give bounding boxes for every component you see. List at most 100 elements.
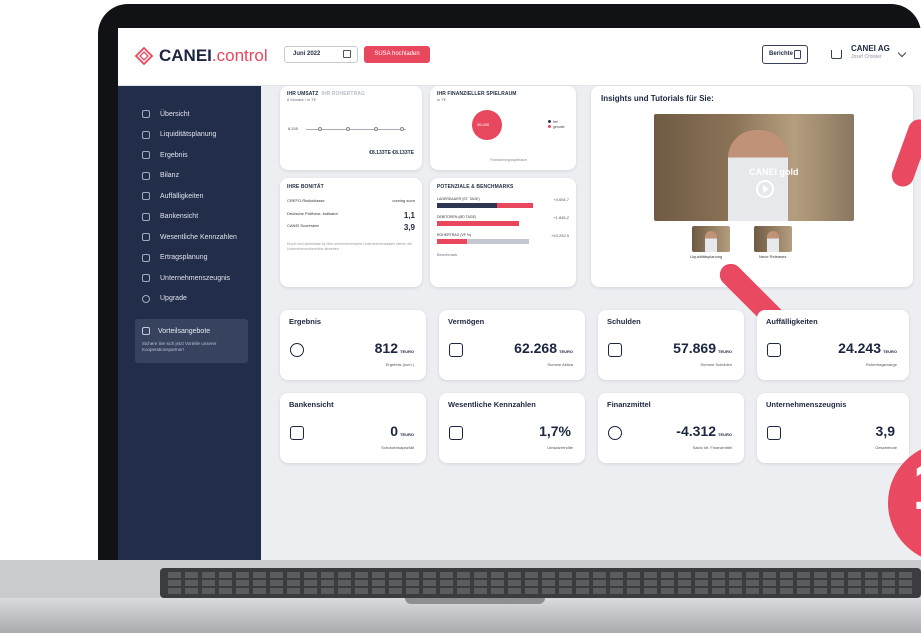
benchmark-label: LAGERDAUER (ST. TAGE): [437, 197, 480, 201]
benchmark-row: DEBITOREN (ØD TAGE) +1.845,2: [437, 215, 569, 226]
credit-row-value: 1,1: [403, 211, 415, 220]
chart-point: [400, 127, 404, 131]
key-row: [168, 588, 913, 594]
laptop-base: [0, 560, 921, 633]
thumbnail-releases[interactable]: [754, 226, 792, 252]
benchmark-label: DEBITOREN (ØD TAGE): [437, 215, 477, 219]
promo-box[interactable]: Vorteilsangebote Sichere Sie sich jetzt …: [135, 319, 248, 363]
reports-button[interactable]: Berichte: [762, 45, 808, 64]
sidebar-item-label: Bankensicht: [160, 213, 199, 221]
balance-icon: [142, 171, 150, 180]
bank-icon: [290, 426, 304, 440]
financial-scope-note: Finanzierungsspielraum: [490, 158, 528, 162]
kpi-value: -4.312 TEURO: [676, 423, 732, 439]
thumbnail-label[interactable]: Neue Releases: [759, 254, 786, 259]
top-bar: CANEI .control Juni 2022 SUSA hochladen B…: [118, 28, 921, 86]
kpi-card-kennzahlen[interactable]: Wesentliche Kennzahlen 1,7% Umsatzrendit…: [439, 393, 585, 463]
gift-icon: [142, 327, 150, 335]
revenue-line-chart: 8.535: [288, 124, 416, 138]
insights-title: Insights und Tutorials für Sie:: [601, 94, 714, 103]
laptop-notch: [405, 598, 545, 604]
sidebar-item-ertragsplanung[interactable]: Ertragsplanung: [118, 248, 261, 269]
credit-rating-title: IHRE BONITÄT: [287, 184, 324, 190]
financial-scope-pie: 36.000: [472, 110, 502, 140]
company-switcher[interactable]: CANEI AG Josef Croisier: [851, 44, 890, 60]
logo-brand: CANEI: [159, 46, 212, 65]
kpi-card-finanzmittel[interactable]: Finanzmittel -4.312 TEURO Saldo kfr. Fina…: [598, 393, 744, 463]
kpi-label: Ergebnis (kum.): [385, 362, 414, 367]
benchmark-row: ROHERTRAG (VF %) +43.252,9: [437, 233, 569, 244]
sidebar-item-uebersicht[interactable]: Übersicht: [118, 104, 261, 125]
revenue-card[interactable]: IHR UMSATZ IHR ROHERTRAG 6 Monate / in T…: [280, 86, 422, 170]
sidebar-item-kennzahlen[interactable]: Wesentliche Kennzahlen: [118, 227, 261, 248]
kpi-label: Summe Aktiva: [547, 362, 573, 367]
benchmark-value: +43.252,9: [551, 233, 569, 238]
benchmark-bar-dark: [437, 203, 497, 208]
benchmark-footer: Benchmark: [437, 252, 458, 257]
sidebar-item-label: Wesentliche Kennzahlen: [160, 233, 237, 241]
funds-icon: [608, 426, 622, 440]
app-logo[interactable]: CANEI .control: [134, 46, 268, 66]
kpi-number: -4.312: [676, 423, 716, 439]
kpi-number: 1,7%: [539, 423, 571, 439]
promo-title: Vorteilsangebote: [158, 327, 211, 335]
kpi-unit: TEURO: [883, 349, 897, 354]
kpi-value: 0 TEURO: [390, 423, 414, 439]
kpi-card-vermoegen[interactable]: Vermögen 62.268 TEURO Summe Aktiva: [439, 310, 585, 380]
video-title: CANEI gold: [749, 167, 799, 177]
kpi-icon: [449, 426, 463, 440]
credit-rating-card[interactable]: IHRE BONITÄT CREFO-Risikoklasse coming so…: [280, 178, 422, 287]
revenue-subtitle: 6 Monate / in T€: [287, 97, 316, 102]
chart-icon: [142, 151, 150, 160]
keyboard: [160, 568, 921, 598]
thumbnail-label[interactable]: Liquiditätsplanung: [690, 254, 722, 259]
cart-icon[interactable]: [831, 50, 842, 59]
benchmark-value: +1.845,2: [553, 215, 569, 220]
date-picker[interactable]: Juni 2022: [284, 46, 358, 63]
sidebar-item-label: Übersicht: [160, 110, 190, 118]
sidebar: Übersicht Liquiditätsplanung Ergebnis Bi…: [118, 86, 261, 560]
alert-icon: [767, 343, 781, 357]
benchmark-bar: [437, 239, 529, 244]
kpi-label: Rohertragsmarge: [865, 362, 897, 367]
sidebar-item-upgrade[interactable]: Upgrade: [118, 289, 261, 310]
kpi-unit: TEURO: [718, 432, 732, 437]
susa-upload-button[interactable]: SUSA hochladen: [364, 46, 430, 63]
kpi-value: 24.243 TEURO: [838, 340, 897, 356]
kpi-card-bankensicht[interactable]: Bankensicht 0 TEURO Schuldenkapazität: [280, 393, 426, 463]
kpi-card-schulden[interactable]: Schulden 57.869 TEURO Summe Schulden: [598, 310, 744, 380]
kpi-number: 24.243: [838, 340, 881, 356]
dashboard-screen: CANEI .control Juni 2022 SUSA hochladen B…: [118, 28, 921, 560]
kpi-card-auffaelligkeiten[interactable]: Auffälligkeiten 24.243 TEURO Rohertragsma…: [757, 310, 909, 380]
benchmark-card[interactable]: POTENZIALE & BENCHMARKS LAGERDAUER (ST. …: [430, 178, 576, 287]
credit-row: CANEI Scorerater 3,9: [287, 223, 415, 232]
sidebar-item-unternehmenszeugnis[interactable]: Unternehmenszeugnis: [118, 268, 261, 289]
certificate-icon: [767, 426, 781, 440]
kpi-card-unternehmenszeugnis[interactable]: Unternehmenszeugnis 3,9 Gesamtnote: [757, 393, 909, 463]
sidebar-item-auffaelligkeiten[interactable]: Auffälligkeiten: [118, 186, 261, 207]
financial-scope-card[interactable]: IHR FINANZIELLER SPIELRAUM in T€ 36.000 …: [430, 86, 576, 170]
kpi-label: Umsatzrendite: [547, 445, 573, 450]
sidebar-item-bankensicht[interactable]: Bankensicht: [118, 207, 261, 228]
revenue-values: €8.133TE €8.133TE: [369, 150, 414, 156]
kpi-title: Bankensicht: [289, 400, 334, 409]
chevron-down-icon[interactable]: [897, 48, 907, 58]
gross-profit-tab[interactable]: IHR ROHERTRAG: [321, 91, 365, 97]
sidebar-item-liquiditaetsplanung[interactable]: Liquiditätsplanung: [118, 125, 261, 146]
sidebar-item-bilanz[interactable]: Bilanz: [118, 166, 261, 187]
legend-label: frei: [553, 120, 558, 124]
key-row: [168, 580, 913, 586]
insights-card: Insights und Tutorials für Sie: CANEI go…: [591, 86, 913, 287]
benchmark-title: POTENZIALE & BENCHMARKS: [437, 184, 514, 190]
thumbnail-liquidity[interactable]: [692, 226, 730, 252]
kpi-number: 3,9: [875, 423, 895, 439]
sidebar-item-label: Ergebnis: [160, 151, 188, 159]
tutorial-video[interactable]: CANEI gold: [654, 114, 854, 221]
kpi-card-ergebnis[interactable]: Ergebnis 812 TEURO Ergebnis (kum.): [280, 310, 426, 380]
date-value: Juni 2022: [293, 51, 321, 57]
sidebar-item-ergebnis[interactable]: Ergebnis: [118, 145, 261, 166]
play-icon[interactable]: [756, 180, 774, 198]
revenue-line-label: 8.535: [288, 126, 299, 131]
financial-scope-value: 36.000: [477, 122, 490, 127]
benchmark-label: ROHERTRAG (VF %): [437, 233, 472, 237]
